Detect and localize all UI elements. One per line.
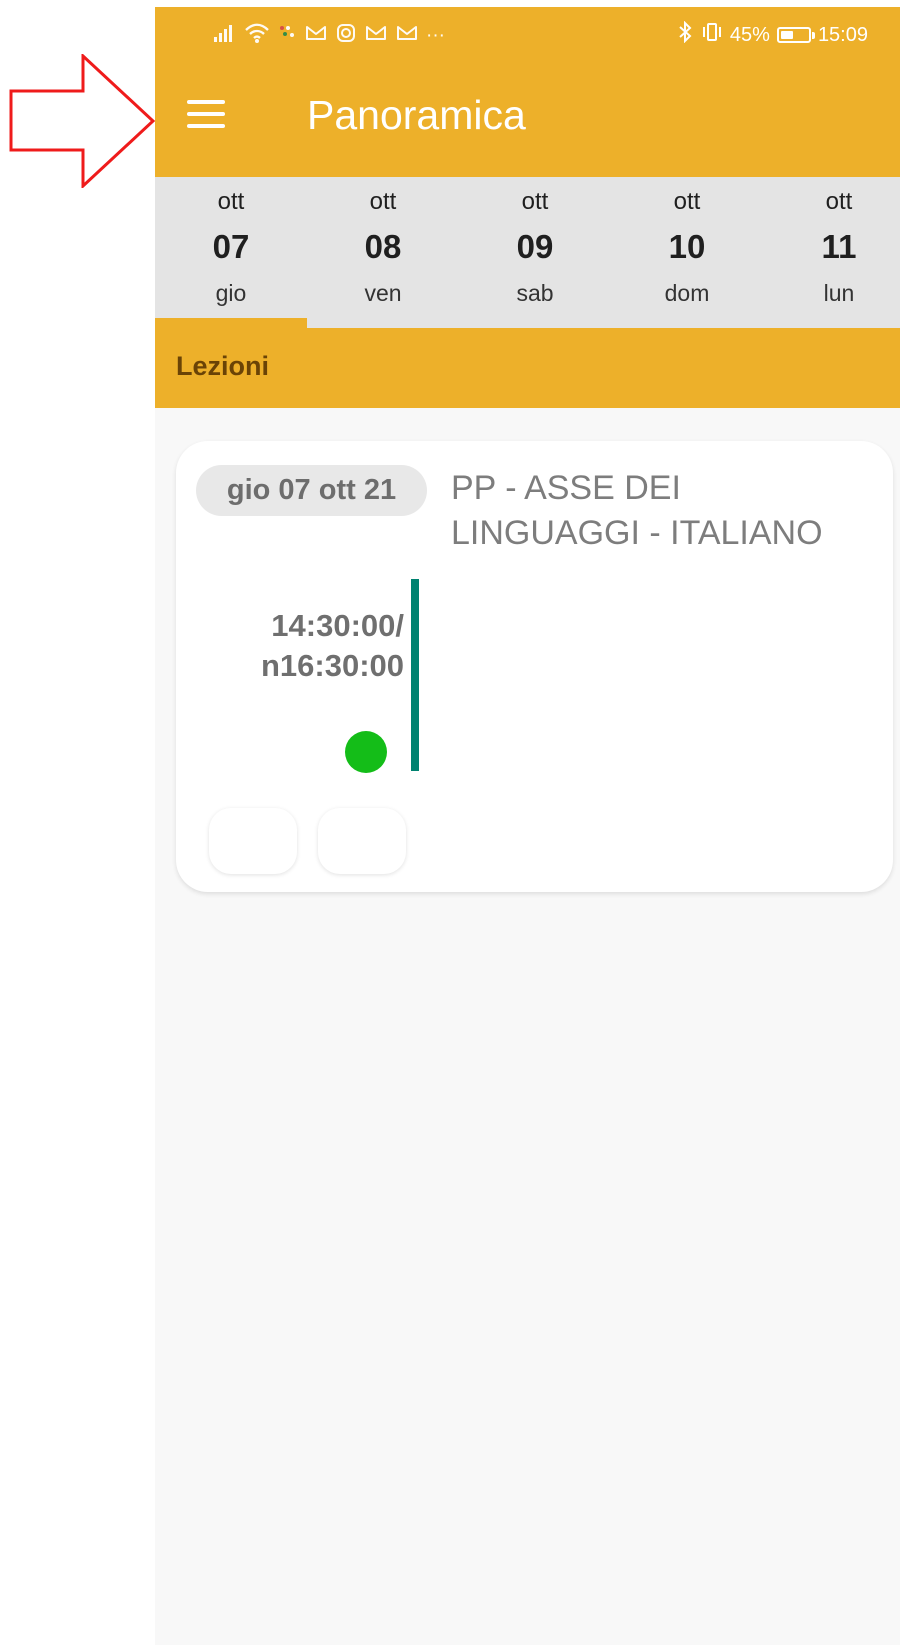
date-month: ott — [369, 188, 397, 215]
lesson-time-bar — [411, 579, 419, 771]
screenshot-canvas: ··· 45% 15:09 Panoramica ott 07 gio ott … — [0, 0, 900, 1645]
status-left-icons: ··· — [213, 22, 445, 50]
annotation-arrow-icon — [9, 54, 156, 188]
signal-icon — [213, 23, 237, 49]
lesson-action-button-1[interactable] — [209, 808, 297, 874]
page-title: Panoramica — [307, 92, 526, 138]
date-weekday: lun — [823, 280, 855, 306]
lesson-time-range: 14:30:00/ n16:30:00 — [218, 606, 404, 686]
date-day: 10 — [668, 228, 706, 265]
lesson-date-pill: gio 07 ott 21 — [196, 465, 427, 516]
battery-percentage: 45% — [729, 23, 770, 46]
mail-icon — [304, 23, 328, 49]
app-bar: Panoramica — [155, 61, 900, 177]
date-weekday: dom — [664, 280, 710, 306]
date-strip: ott 07 gio ott 08 ven ott 09 sab ott 10 … — [155, 177, 900, 328]
date-item-10[interactable]: ott 10 dom — [611, 177, 763, 328]
date-month: ott — [521, 188, 549, 215]
time-start: 14:30:00/ — [271, 608, 404, 643]
lesson-status-dot — [345, 731, 387, 773]
date-month: ott — [217, 188, 245, 215]
bluetooth-icon — [676, 20, 694, 49]
mail-icon — [395, 23, 419, 49]
wifi-icon — [244, 22, 270, 50]
date-day: 07 — [212, 228, 250, 265]
status-bar: ··· 45% 15:09 — [155, 7, 900, 61]
hamburger-menu-icon — [187, 100, 225, 104]
status-right-icons: 45% 15:09 — [676, 20, 868, 49]
hamburger-menu-button[interactable] — [181, 90, 229, 138]
lesson-title: PP - ASSE DEI LINGUAGGI - ITALIANO — [451, 469, 823, 552]
mail-icon — [364, 23, 388, 49]
date-month: ott — [825, 188, 853, 215]
lesson-card[interactable]: gio 07 ott 21 PP - ASSE DEI LINGUAGGI - … — [176, 441, 893, 892]
date-item-09[interactable]: ott 09 sab — [459, 177, 611, 328]
android-app-screen: ··· 45% 15:09 Panoramica ott 07 gio ott … — [155, 7, 900, 1645]
date-item-11[interactable]: ott 11 lun — [763, 177, 900, 328]
date-weekday: ven — [364, 280, 402, 306]
section-title: Lezioni — [176, 351, 269, 381]
lessons-section-header: Lezioni — [155, 328, 900, 408]
hamburger-menu-icon — [187, 124, 225, 128]
hamburger-menu-icon — [187, 112, 225, 116]
time-end: n16:30:00 — [260, 648, 404, 683]
more-icon: ··· — [426, 25, 445, 46]
vibrate-icon — [701, 21, 723, 49]
battery-level — [780, 31, 793, 39]
notification-icon — [277, 23, 297, 49]
status-time: 15:09 — [817, 23, 868, 46]
battery-icon — [776, 27, 815, 43]
date-weekday: sab — [516, 280, 554, 306]
date-weekday: gio — [215, 280, 247, 306]
date-day: 08 — [364, 228, 402, 265]
selected-date-indicator — [155, 318, 307, 328]
date-day: 09 — [516, 228, 554, 265]
date-item-07[interactable]: ott 07 gio — [155, 177, 307, 328]
date-month: ott — [673, 188, 701, 215]
date-item-08[interactable]: ott 08 ven — [307, 177, 459, 328]
lesson-action-button-2[interactable] — [318, 808, 406, 874]
instagram-icon — [335, 22, 357, 50]
date-day: 11 — [821, 228, 857, 265]
